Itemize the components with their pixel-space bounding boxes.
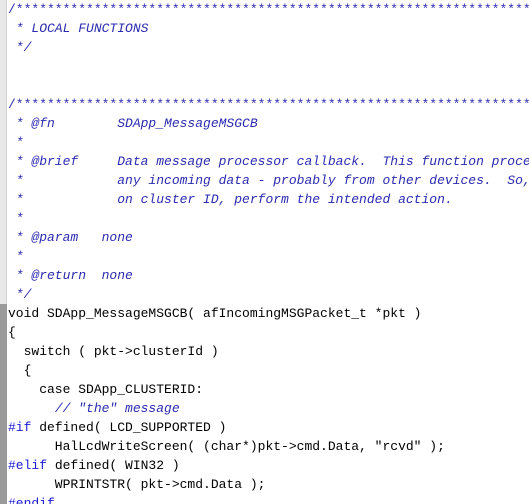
- code-token-plain: {: [8, 363, 32, 378]
- code-line[interactable]: * on cluster ID, perform the intended ac…: [8, 190, 529, 209]
- code-token-pre: #elif: [8, 458, 48, 473]
- code-line[interactable]: * @return none: [8, 266, 529, 285]
- code-line[interactable]: #elif defined( WIN32 ): [8, 456, 529, 475]
- code-token-plain: HalLcdWriteScreen( (char*)pkt->cmd.Data,…: [8, 439, 445, 454]
- code-token-comment-stars: /***************************************…: [8, 2, 529, 17]
- code-token-comment: // "the" message: [54, 401, 180, 416]
- code-token-plain: case SDApp_CLUSTERID:: [8, 382, 204, 397]
- code-token-plain: WPRINTSTR( pkt->cmd.Data );: [8, 477, 266, 492]
- code-token-comment: * any incoming data - probably from othe…: [8, 173, 529, 188]
- code-token-comment: * @return none: [8, 268, 133, 283]
- code-line[interactable]: HalLcdWriteScreen( (char*)pkt->cmd.Data,…: [8, 437, 529, 456]
- code-line[interactable]: // "the" message: [8, 399, 529, 418]
- code-line[interactable]: WPRINTSTR( pkt->cmd.Data );: [8, 475, 529, 494]
- code-editor-window: /***************************************…: [0, 0, 529, 504]
- code-line[interactable]: {: [8, 323, 529, 342]
- code-token-plain: void SDApp_MessageMSGCB( afIncomingMSGPa…: [8, 306, 422, 321]
- code-line[interactable]: /***************************************…: [8, 0, 529, 19]
- code-line[interactable]: [8, 76, 529, 95]
- code-line[interactable]: *: [8, 247, 529, 266]
- code-token-comment: * on cluster ID, perform the intended ac…: [8, 192, 453, 207]
- code-token-plain: {: [8, 325, 16, 340]
- code-line[interactable]: */: [8, 285, 529, 304]
- code-token-comment: */: [8, 287, 32, 302]
- modified-lines-indicator: [0, 304, 7, 504]
- change-bar-gutter[interactable]: [0, 0, 7, 504]
- code-line[interactable]: [8, 57, 529, 76]
- code-token-comment: *: [8, 211, 24, 226]
- code-line[interactable]: */: [8, 38, 529, 57]
- code-token-comment: * @fn SDApp_MessageMSGCB: [8, 116, 258, 131]
- code-token-comment: */: [8, 40, 32, 55]
- code-token-pre: #if: [8, 420, 32, 435]
- code-line[interactable]: {: [8, 361, 529, 380]
- code-token-comment: *: [8, 135, 24, 150]
- code-line[interactable]: *: [8, 209, 529, 228]
- code-line[interactable]: #if defined( LCD_SUPPORTED ): [8, 418, 529, 437]
- code-token-plain: defined( WIN32 ): [47, 458, 180, 473]
- code-line[interactable]: case SDApp_CLUSTERID:: [8, 380, 529, 399]
- code-line[interactable]: * @fn SDApp_MessageMSGCB: [8, 114, 529, 133]
- code-token-comment: * LOCAL FUNCTIONS: [8, 21, 149, 36]
- code-line[interactable]: * @brief Data message processor callback…: [8, 152, 529, 171]
- code-line[interactable]: * LOCAL FUNCTIONS: [8, 19, 529, 38]
- code-line[interactable]: void SDApp_MessageMSGCB( afIncomingMSGPa…: [8, 304, 529, 323]
- code-token-comment: *: [8, 249, 24, 264]
- code-token-plain: defined( LCD_SUPPORTED ): [31, 420, 227, 435]
- code-token-comment: * @brief Data message processor callback…: [8, 154, 529, 169]
- code-line[interactable]: * @param none: [8, 228, 529, 247]
- code-token-plain: switch ( pkt->clusterId ): [8, 344, 219, 359]
- code-token-pre: #endif: [8, 496, 55, 504]
- code-line[interactable]: #endif: [8, 494, 529, 504]
- code-line[interactable]: *: [8, 133, 529, 152]
- code-line[interactable]: * any incoming data - probably from othe…: [8, 171, 529, 190]
- code-token-comment-stars: /***************************************…: [8, 97, 529, 112]
- code-text-area[interactable]: /***************************************…: [8, 0, 529, 504]
- code-token-comment: * @param none: [8, 230, 133, 245]
- code-line[interactable]: switch ( pkt->clusterId ): [8, 342, 529, 361]
- code-line[interactable]: /***************************************…: [8, 95, 529, 114]
